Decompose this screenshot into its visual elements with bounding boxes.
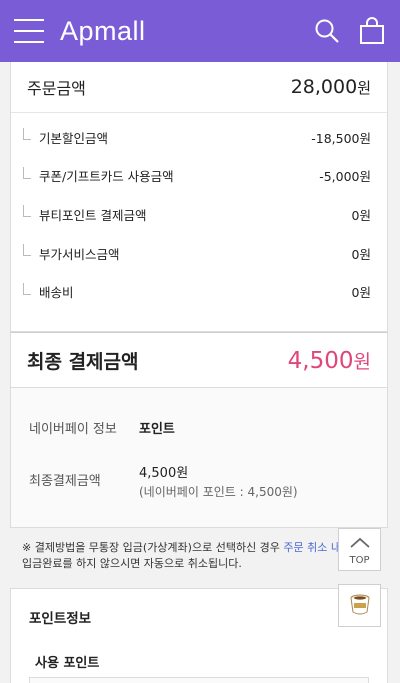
coffee-cup-icon (346, 590, 374, 622)
top-label: TOP (349, 554, 370, 566)
use-point-label: 사용 포인트 (35, 656, 100, 671)
shopping-bag-icon[interactable] (358, 17, 386, 45)
discount-label: 쿠폰/기프트카드 사용금액 (39, 169, 174, 185)
order-total-label: 주문금액 (27, 79, 86, 98)
hamburger-menu-icon[interactable] (14, 19, 44, 43)
final-payment-label: 최종결제금액 (29, 474, 101, 489)
naverpay-info-row: 네이버페이 정보 포인트 (29, 418, 175, 437)
order-amount-panel: 주문금액 28,000원 기본할인금액 -18,500원 쿠폰/기프트카드 사용… (10, 62, 388, 332)
final-total-label: 최종 결제금액 (27, 350, 139, 373)
discount-value: -5,000원 (319, 169, 371, 185)
discount-row-beauty-point: 뷰티포인트 결제금액 0원 (11, 195, 387, 234)
use-point-input[interactable] (29, 677, 369, 683)
discount-value: -18,500원 (311, 130, 371, 146)
naverpay-info-value: 포인트 (139, 422, 175, 437)
payment-notice: ※ 결제방법을 무통장 입금(가상계좌)으로 선택하신 경우 주문 취소 내에 … (22, 541, 352, 570)
point-info-title: 포인트정보 (29, 611, 92, 627)
naverpay-info-label: 네이버페이 정보 (29, 422, 117, 437)
discount-row-basic: 기본할인금액 -18,500원 (11, 118, 387, 157)
discount-value: 0원 (351, 207, 371, 223)
discount-label: 뷰티포인트 결제금액 (39, 207, 147, 223)
discount-label: 기본할인금액 (39, 130, 109, 146)
app-logo[interactable]: Apmall (60, 16, 146, 47)
coffee-cup-button[interactable] (338, 584, 381, 627)
discount-label: 부가서비스금액 (39, 246, 120, 262)
final-payment-amount: 4,500원 (139, 466, 189, 481)
discount-value: 0원 (351, 285, 371, 301)
point-info-panel: 포인트정보 사용 포인트 (10, 588, 388, 683)
app-header: Apmall (0, 0, 400, 62)
final-payment-detail: (네이버페이 포인트 : 4,500원) (139, 485, 298, 499)
order-total-value: 28,000원 (290, 76, 371, 98)
discount-row-coupon: 쿠폰/기프트카드 사용금액 -5,000원 (11, 157, 387, 196)
discount-value: 0원 (351, 246, 371, 262)
discount-row-shipping: 배송비 0원 (11, 272, 387, 311)
search-icon[interactable] (314, 18, 340, 44)
final-total-value: 4,500원 (287, 347, 371, 374)
discount-label: 배송비 (39, 285, 74, 301)
payment-info-panel: 네이버페이 정보 포인트 최종결제금액 4,500원 (네이버페이 포인트 : … (10, 388, 388, 528)
order-total-row: 주문금액 28,000원 (11, 62, 387, 113)
final-total-panel: 최종 결제금액 4,500원 (10, 332, 388, 388)
chevron-up-icon (349, 534, 371, 553)
discount-row-extra-service: 부가서비스금액 0원 (11, 234, 387, 273)
final-payment-row: 최종결제금액 4,500원 (네이버페이 포인트 : 4,500원) (29, 462, 298, 500)
scroll-top-button[interactable]: TOP (338, 528, 381, 571)
